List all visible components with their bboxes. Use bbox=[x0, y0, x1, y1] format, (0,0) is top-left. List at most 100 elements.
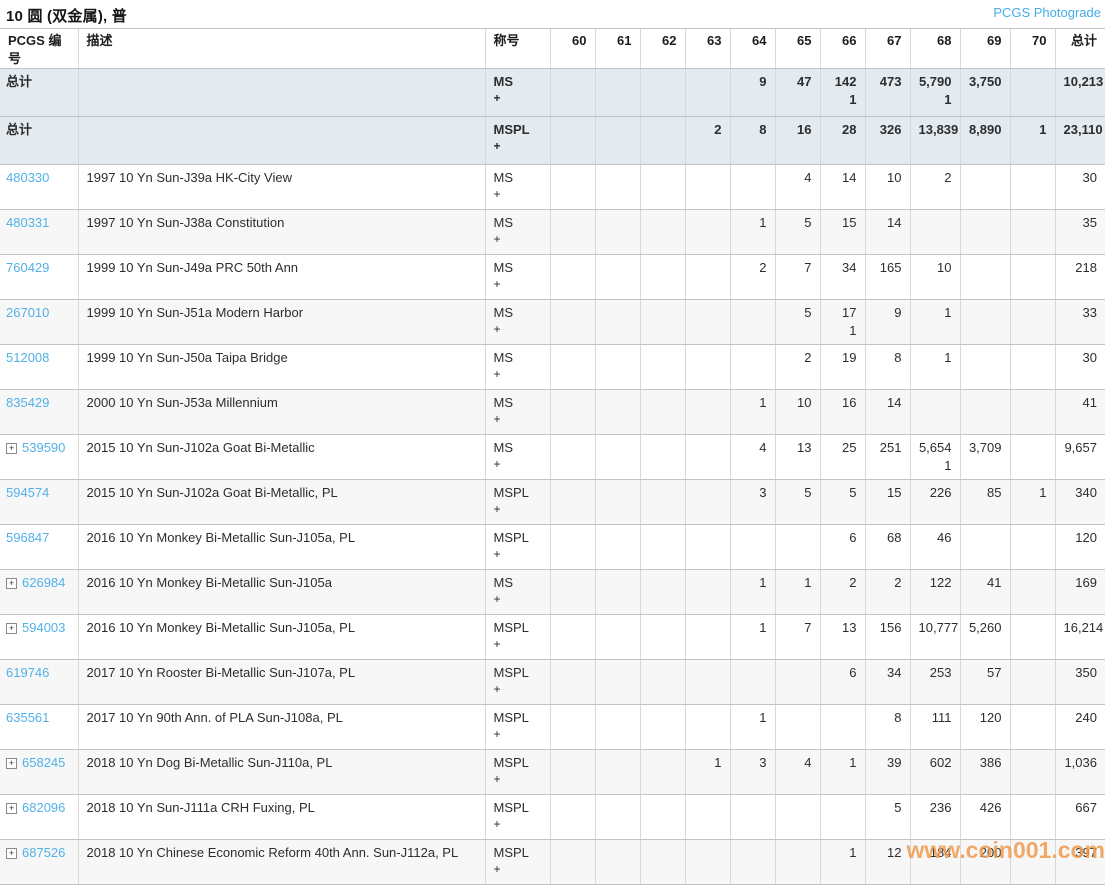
designation-label: MSPL bbox=[494, 121, 542, 139]
table-row: +5940032016 10 Yn Monkey Bi-Metallic Sun… bbox=[0, 615, 1105, 660]
photograde-link[interactable]: PCGS Photograde bbox=[993, 5, 1101, 20]
pcgs-number-link[interactable]: 594003 bbox=[22, 620, 65, 635]
pcgs-number-link[interactable]: 480330 bbox=[6, 170, 49, 185]
page-title: 10 圆 (双金属), 普 bbox=[6, 5, 127, 26]
grade-count-cell bbox=[550, 705, 595, 750]
col-header-grade: 66 bbox=[820, 29, 865, 69]
pcgs-number-link[interactable]: 626984 bbox=[22, 575, 65, 590]
table-row: +539590 2015 10 Yn Sun-J102a Goat Bi-Meta… bbox=[0, 435, 1105, 480]
pcgs-number-cell: 512008 bbox=[0, 345, 78, 390]
expand-icon[interactable]: + bbox=[6, 848, 17, 859]
grade-count-cell: 1 bbox=[820, 750, 865, 795]
grade-count-cell bbox=[910, 390, 960, 435]
pcgs-number-cell: 总计 bbox=[0, 117, 78, 165]
pcgs-number-link[interactable]: 635561 bbox=[6, 710, 49, 725]
designation-label: MS bbox=[494, 349, 542, 367]
grade-count-cell bbox=[960, 300, 1010, 345]
grade-count-cell: 10 bbox=[865, 165, 910, 210]
grade-count-cell bbox=[775, 660, 820, 705]
col-header-grade: 69 bbox=[960, 29, 1010, 69]
total-row: 总计MSPL+28162832613,8398,890123,110 bbox=[0, 117, 1105, 165]
expand-icon[interactable]: + bbox=[6, 578, 17, 589]
grade-count-cell: 25 bbox=[820, 435, 865, 480]
pcgs-number-cell: +658245 bbox=[0, 750, 78, 795]
total-label: 总计 bbox=[6, 74, 32, 89]
pcgs-number-link[interactable]: 594574 bbox=[6, 485, 49, 500]
grade-count-cell bbox=[640, 210, 685, 255]
grade-count-cell: 13 bbox=[775, 435, 820, 480]
pcgs-number-link[interactable]: 267010 bbox=[6, 305, 49, 320]
pcgs-number-cell: 480331 bbox=[0, 210, 78, 255]
row-total-cell: 218 bbox=[1055, 255, 1105, 300]
expand-icon[interactable]: + bbox=[6, 803, 17, 814]
pcgs-number-cell: 总计 bbox=[0, 69, 78, 117]
grade-count-cell bbox=[1010, 69, 1055, 117]
designation-plus-label: + bbox=[494, 502, 542, 517]
pcgs-number-link[interactable]: 480331 bbox=[6, 215, 49, 230]
designation-label: MSPL bbox=[494, 799, 542, 817]
row-total-cell: 33 bbox=[1055, 300, 1105, 345]
grade-count-cell: 253 bbox=[910, 660, 960, 705]
pcgs-number-cell: 596847 bbox=[0, 525, 78, 570]
designation-label: MS bbox=[494, 439, 542, 457]
grade-count-cell bbox=[820, 705, 865, 750]
designation-cell: MS+ bbox=[485, 390, 550, 435]
grade-count-cell: 2 bbox=[730, 255, 775, 300]
grade-count-cell: 426 bbox=[960, 795, 1010, 840]
grade-count-cell: 10 bbox=[910, 255, 960, 300]
pcgs-number-link[interactable]: 658245 bbox=[22, 755, 65, 770]
col-header-grade: 64 bbox=[730, 29, 775, 69]
grade-count-cell bbox=[775, 525, 820, 570]
grade-count-cell bbox=[595, 525, 640, 570]
grade-count-cell bbox=[640, 69, 685, 117]
grade-count-cell: 1 bbox=[910, 300, 960, 345]
grade-count-cell bbox=[595, 255, 640, 300]
row-total-cell: 667 bbox=[1055, 795, 1105, 840]
grade-count-cell: 3,709 bbox=[960, 435, 1010, 480]
grade-count-cell bbox=[1010, 660, 1055, 705]
pcgs-number-link[interactable]: 687526 bbox=[22, 845, 65, 860]
grade-count-cell bbox=[1010, 390, 1055, 435]
grade-count-cell: 4 bbox=[775, 165, 820, 210]
pcgs-number-link[interactable]: 760429 bbox=[6, 260, 49, 275]
designation-plus-label: + bbox=[494, 772, 542, 787]
grade-count-cell bbox=[550, 210, 595, 255]
grade-count-cell: 236 bbox=[910, 795, 960, 840]
grade-count-cell: 13 bbox=[820, 615, 865, 660]
grade-count-cell bbox=[685, 69, 730, 117]
grade-count-cell bbox=[1010, 570, 1055, 615]
designation-plus-label: + bbox=[494, 682, 542, 697]
grade-count-cell: 184 bbox=[910, 840, 960, 885]
pcgs-number-link[interactable]: 682096 bbox=[22, 800, 65, 815]
col-header-grade: 61 bbox=[595, 29, 640, 69]
col-header-grade: 60 bbox=[550, 29, 595, 69]
grade-count-cell bbox=[685, 345, 730, 390]
grade-count-cell bbox=[685, 210, 730, 255]
pcgs-number-link[interactable]: 596847 bbox=[6, 530, 49, 545]
row-total-cell: 350 bbox=[1055, 660, 1105, 705]
designation-cell: MS+ bbox=[485, 435, 550, 480]
pcgs-number-link[interactable]: 539590 bbox=[22, 440, 65, 455]
grade-count-cell: 46 bbox=[910, 525, 960, 570]
grade-count-cell bbox=[550, 480, 595, 525]
description-cell: 2015 10 Yn Sun-J102a Goat Bi-Metallic bbox=[78, 435, 485, 480]
grade-count-cell: 68 bbox=[865, 525, 910, 570]
designation-plus-label: + bbox=[494, 547, 542, 562]
pcgs-number-cell: 594574 bbox=[0, 480, 78, 525]
pcgs-number-link[interactable]: 619746 bbox=[6, 665, 49, 680]
grade-count-cell: 57 bbox=[960, 660, 1010, 705]
grade-count-cell bbox=[595, 390, 640, 435]
grade-count-cell: 8,890 bbox=[960, 117, 1010, 165]
expand-icon[interactable]: + bbox=[6, 623, 17, 634]
expand-icon[interactable]: + bbox=[6, 443, 17, 454]
col-header-designation: 称号 bbox=[485, 29, 550, 69]
grade-count-cell bbox=[685, 390, 730, 435]
pcgs-number-link[interactable]: 835429 bbox=[6, 395, 49, 410]
grade-count-cell bbox=[640, 255, 685, 300]
row-total-cell: 23,110 bbox=[1055, 117, 1105, 165]
pcgs-number-link[interactable]: 512008 bbox=[6, 350, 49, 365]
designation-plus-label: + bbox=[494, 592, 542, 607]
grade-count-cell bbox=[640, 117, 685, 165]
expand-icon[interactable]: + bbox=[6, 758, 17, 769]
grade-count-cell: 226 bbox=[910, 480, 960, 525]
